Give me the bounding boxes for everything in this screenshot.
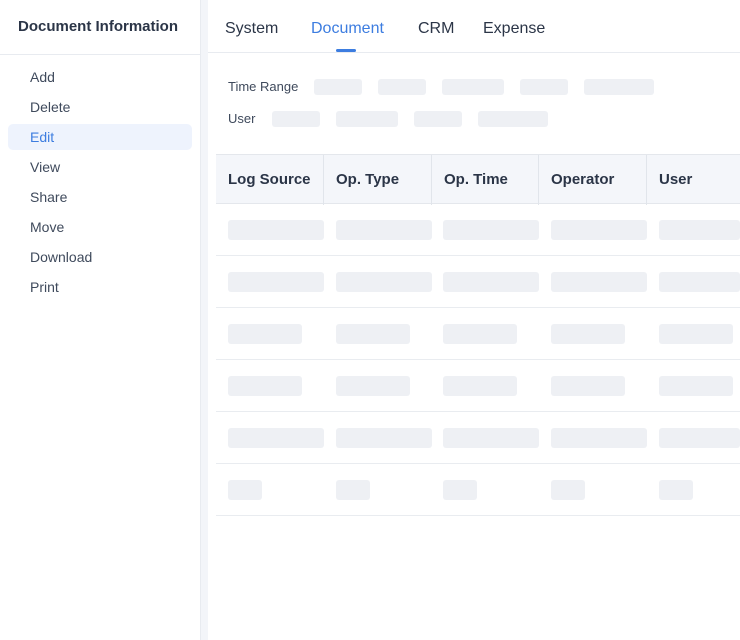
cell-placeholder xyxy=(551,480,585,500)
cell-placeholder xyxy=(228,272,324,292)
cell-placeholder xyxy=(659,480,693,500)
filter-placeholder xyxy=(336,111,398,127)
sidebar: Document Information Add Delete Edit Vie… xyxy=(0,0,201,640)
cell-placeholder xyxy=(443,324,517,344)
sidebar-item-view[interactable]: View xyxy=(8,154,192,180)
cell-placeholder xyxy=(336,272,432,292)
cell-placeholder xyxy=(336,220,432,240)
main-panel: System Document CRM Expense Time Range U… xyxy=(208,0,740,640)
table-row[interactable] xyxy=(216,360,740,412)
cell-placeholder xyxy=(659,376,733,396)
active-tab-indicator xyxy=(336,49,356,52)
cell-placeholder xyxy=(228,324,302,344)
log-table: Log Source Op. Type Op. Time Operator Us… xyxy=(216,154,740,516)
filter-placeholder xyxy=(314,79,362,95)
cell-placeholder xyxy=(551,376,625,396)
tab-system[interactable]: System xyxy=(225,20,278,38)
cell-placeholder xyxy=(443,220,539,240)
tab-crm[interactable]: CRM xyxy=(418,20,454,38)
cell-placeholder xyxy=(443,428,539,448)
table-row[interactable] xyxy=(216,204,740,256)
filter-placeholder xyxy=(442,79,504,95)
cell-placeholder xyxy=(336,324,410,344)
cell-placeholder xyxy=(228,220,324,240)
table-row[interactable] xyxy=(216,256,740,308)
divider xyxy=(201,0,208,640)
sidebar-menu: Add Delete Edit View Share Move Download… xyxy=(0,55,200,300)
column-header-op-type[interactable]: Op. Type xyxy=(324,155,432,205)
filter-placeholder xyxy=(272,111,320,127)
sidebar-item-share[interactable]: Share xyxy=(8,184,192,210)
column-header-user[interactable]: User xyxy=(647,155,740,205)
column-header-op-time[interactable]: Op. Time xyxy=(432,155,539,205)
sidebar-item-delete[interactable]: Delete xyxy=(8,94,192,120)
column-header-operator[interactable]: Operator xyxy=(539,155,647,205)
filter-placeholder xyxy=(520,79,568,95)
cell-placeholder xyxy=(551,428,647,448)
cell-placeholder xyxy=(228,428,324,448)
user-filter-label: User xyxy=(228,111,256,126)
sidebar-item-edit[interactable]: Edit xyxy=(8,124,192,150)
cell-placeholder xyxy=(659,428,740,448)
cell-placeholder xyxy=(336,376,410,396)
table-row[interactable] xyxy=(216,412,740,464)
cell-placeholder xyxy=(659,324,733,344)
filter-placeholder xyxy=(584,79,654,95)
cell-placeholder xyxy=(336,480,370,500)
filter-placeholder xyxy=(378,79,426,95)
tab-expense[interactable]: Expense xyxy=(483,20,545,38)
cell-placeholder xyxy=(443,376,517,396)
table-row[interactable] xyxy=(216,464,740,516)
filter-placeholder xyxy=(414,111,462,127)
cell-placeholder xyxy=(336,428,432,448)
time-range-label: Time Range xyxy=(228,79,299,94)
filter-placeholder xyxy=(478,111,548,127)
table-header: Log Source Op. Type Op. Time Operator Us… xyxy=(216,154,740,205)
tab-document[interactable]: Document xyxy=(311,20,384,38)
cell-placeholder xyxy=(443,272,539,292)
sidebar-item-add[interactable]: Add xyxy=(8,64,192,90)
cell-placeholder xyxy=(228,376,302,396)
sidebar-item-print[interactable]: Print xyxy=(8,274,192,300)
table-row[interactable] xyxy=(216,308,740,360)
sidebar-item-download[interactable]: Download xyxy=(8,244,192,270)
cell-placeholder xyxy=(659,220,740,240)
cell-placeholder xyxy=(551,272,647,292)
sidebar-title: Document Information xyxy=(0,0,200,55)
cell-placeholder xyxy=(551,220,647,240)
cell-placeholder xyxy=(659,272,740,292)
cell-placeholder xyxy=(443,480,477,500)
cell-placeholder xyxy=(551,324,625,344)
tab-bar: System Document CRM Expense xyxy=(208,0,740,53)
cell-placeholder xyxy=(228,480,262,500)
column-header-log-source[interactable]: Log Source xyxy=(216,155,324,205)
sidebar-item-move[interactable]: Move xyxy=(8,214,192,240)
